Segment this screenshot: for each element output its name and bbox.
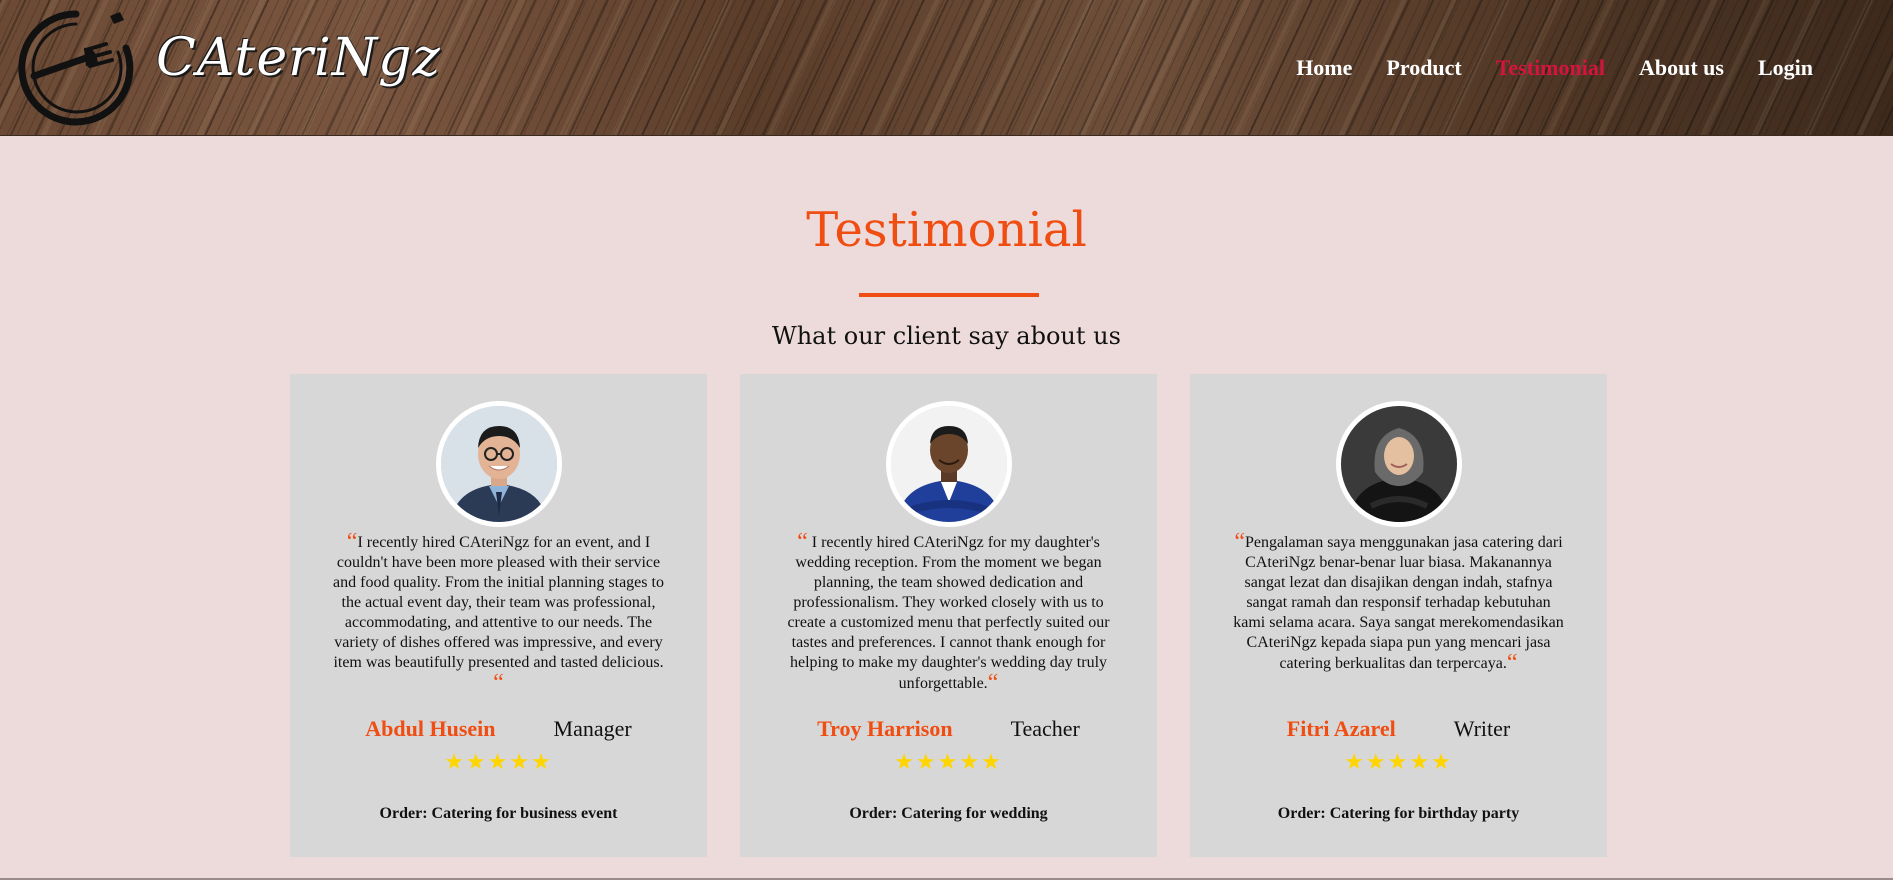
quote-close-icon: “ (987, 670, 999, 696)
nav-testimonial[interactable]: Testimonial (1496, 55, 1605, 81)
person-name: Troy Harrison (817, 716, 953, 741)
person-info: Troy Harrison Teacher (740, 716, 1157, 742)
order-info: Order: Catering for business event (379, 805, 618, 822)
quote-open-icon: “ (797, 529, 808, 555)
title-underline (859, 293, 1039, 297)
star-rating-icon: ★★★★★ (1344, 750, 1453, 775)
nav-home[interactable]: Home (1296, 55, 1352, 81)
person-info: Abdul Husein Manager (290, 716, 707, 742)
logo-plate-fork-icon[interactable] (14, 6, 138, 130)
nav-login[interactable]: Login (1758, 55, 1813, 81)
person-role: Teacher (1010, 716, 1080, 741)
quote-text: I recently hired CAteriNgz for an event,… (333, 534, 664, 671)
avatar (436, 401, 562, 527)
testimonial-quote: “Pengalaman saya menggunakan jasa cateri… (1230, 529, 1567, 676)
nav-product[interactable]: Product (1386, 55, 1461, 81)
person-role: Manager (553, 716, 632, 741)
testimonial-card: “Pengalaman saya menggunakan jasa cateri… (1190, 374, 1607, 857)
person-name: Abdul Husein (365, 716, 496, 741)
avatar (886, 401, 1012, 527)
order-info: Order: Catering for birthday party (1277, 805, 1520, 822)
logo-text[interactable]: CAteriNgz (156, 28, 441, 88)
quote-open-icon: “ (1234, 529, 1245, 555)
section-title: Testimonial (806, 202, 1087, 258)
quote-open-icon: “ (346, 529, 358, 555)
quote-text: I recently hired CAteriNgz for my daught… (787, 534, 1110, 692)
person-info: Fitri Azarel Writer (1190, 716, 1607, 742)
main-nav: Home Product Testimonial About us Login (1296, 55, 1813, 81)
section-subtitle: What our client say about us (772, 322, 1121, 350)
star-rating-icon: ★★★★★ (444, 750, 553, 775)
quote-close-icon: “ (1506, 650, 1518, 676)
testimonial-quote: “ I recently hired CAteriNgz for my daug… (780, 529, 1117, 696)
person-role: Writer (1453, 716, 1511, 741)
nav-about-us[interactable]: About us (1639, 55, 1724, 81)
star-rating-icon: ★★★★★ (894, 750, 1003, 775)
avatar (1336, 401, 1462, 527)
order-info: Order: Catering for wedding (849, 805, 1048, 822)
quote-close-icon: “ (493, 670, 504, 696)
testimonial-quote: “I recently hired CAteriNgz for an event… (330, 529, 667, 696)
person-name: Fitri Azarel (1286, 716, 1396, 741)
testimonial-card: “I recently hired CAteriNgz for an event… (290, 374, 707, 857)
testimonial-card: “ I recently hired CAteriNgz for my daug… (740, 374, 1157, 857)
site-header: CAteriNgz Home Product Testimonial About… (0, 0, 1893, 136)
